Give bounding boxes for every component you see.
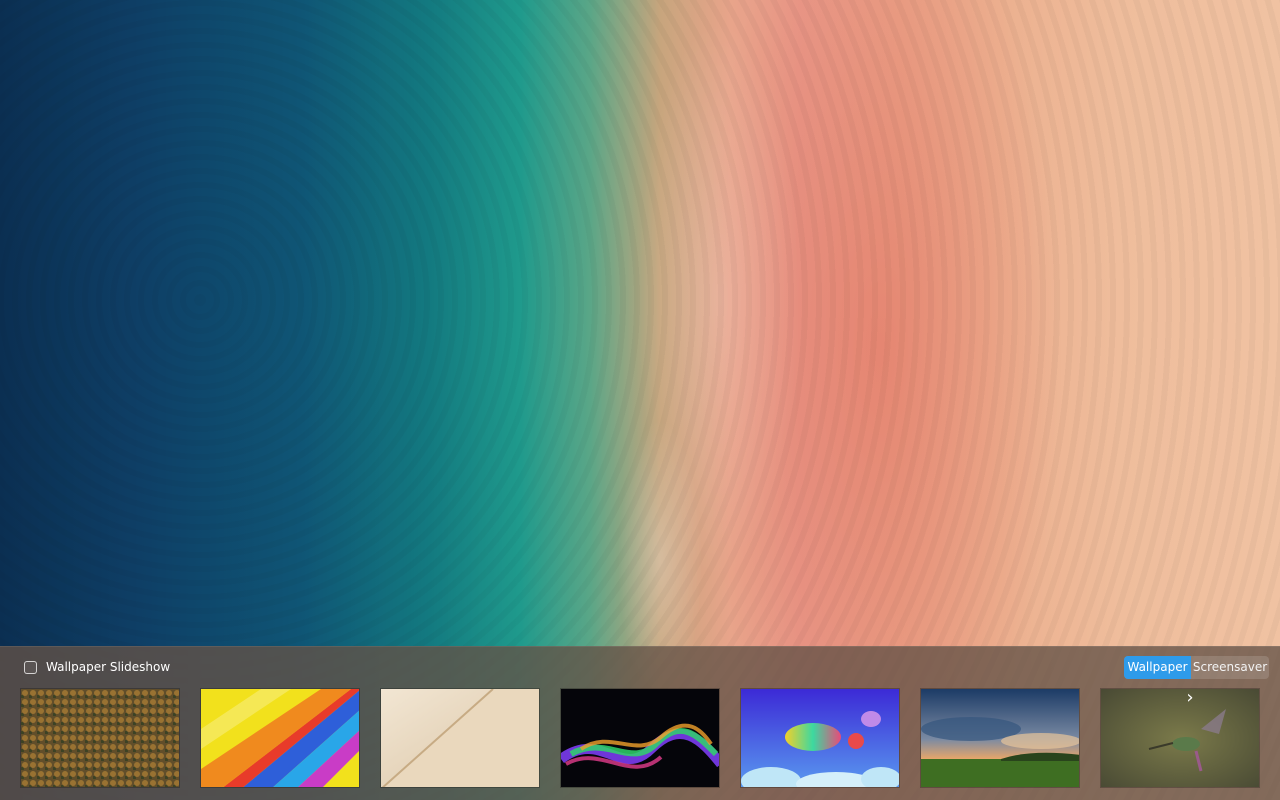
thumbnail-autumn-forest[interactable] — [20, 688, 180, 788]
slideshow-label: Wallpaper Slideshow — [46, 660, 171, 674]
slideshow-checkbox[interactable] — [24, 660, 37, 674]
chevron-right-icon[interactable]: › — [1182, 687, 1198, 709]
thumbnail-sunset-meadow[interactable] — [920, 688, 1080, 788]
wallpaper-tab[interactable]: Wallpaper — [1124, 656, 1191, 679]
thumbnail-hummingbird[interactable] — [1100, 688, 1260, 788]
thumbnail-colorful-ribbons[interactable] — [560, 688, 720, 788]
wallpaper-chooser-panel: Wallpaper Slideshow Wallpaper Screensave… — [0, 646, 1280, 800]
wallpaper-slideshow-toggle[interactable]: Wallpaper Slideshow — [24, 660, 170, 674]
wallpaper-thumbnail-strip — [20, 688, 1280, 788]
thumbnail-sand-dune[interactable] — [380, 688, 540, 788]
chooser-toolbar: Wallpaper Slideshow Wallpaper Screensave… — [0, 647, 1280, 687]
thumbnail-rainbow-whale[interactable] — [740, 688, 900, 788]
thumbnail-hot-air-balloon[interactable] — [200, 688, 360, 788]
mode-switch: Wallpaper Screensaver — [1124, 656, 1269, 679]
screensaver-tab[interactable]: Screensaver — [1191, 656, 1269, 679]
